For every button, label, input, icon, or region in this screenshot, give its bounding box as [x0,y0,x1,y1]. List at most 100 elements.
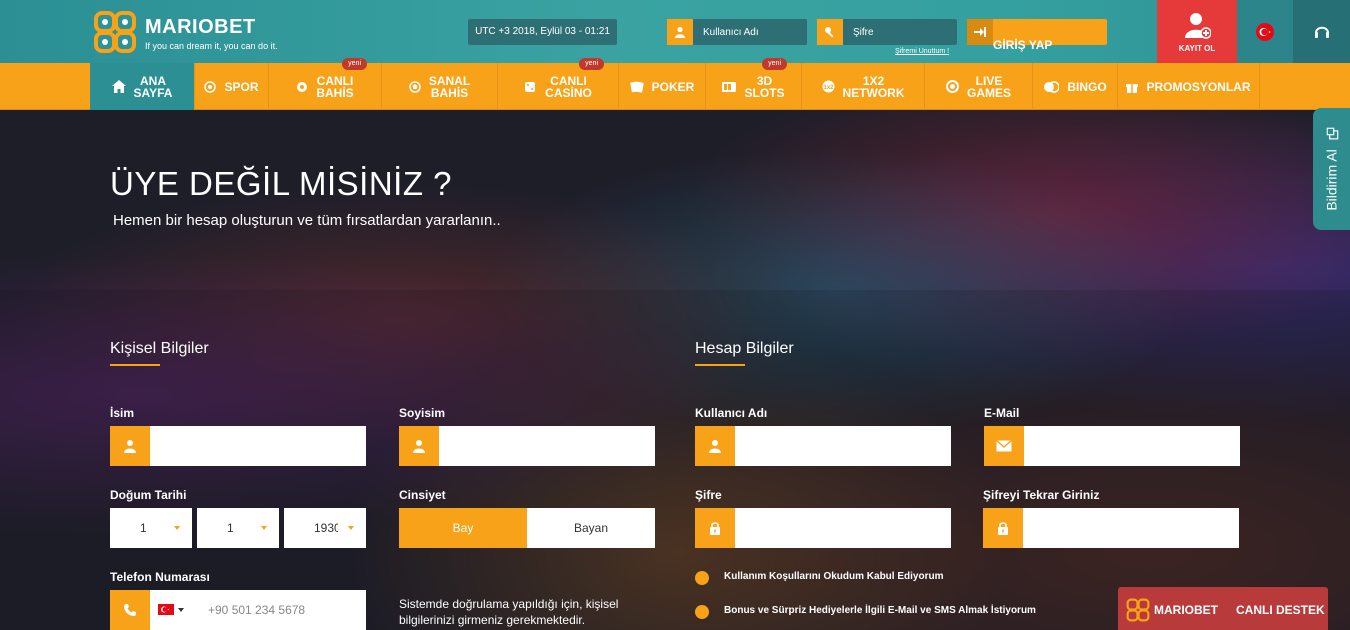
brand-slogan: If you can dream it, you can do it. [145,41,278,51]
bingo-icon [1043,80,1060,93]
name-input[interactable] [150,426,366,466]
phone-input[interactable] [200,590,360,630]
country-code-selector[interactable] [158,604,184,615]
login-button[interactable]: GİRİŞ YAP [967,19,1107,52]
svg-text:1x2: 1x2 [823,85,834,91]
nav-bingo-label: BINGO [1067,79,1107,94]
nav-virtual-betting-label-2: BAHİS [430,85,469,100]
main-nav: ANA SAYFA SPOR yeni CANLI BAHİS SANAL BAHİS… [0,58,1350,110]
logo-icon [94,11,136,53]
bonus-label[interactable]: Bonus ve Sürpriz Hediyelerle İlgili E-Ma… [724,605,1036,616]
server-clock: UTC +3 2018, Eylül 03 - 01:21 [468,19,617,45]
birth-day-select[interactable]: 1 [110,508,192,548]
network-icon: 1x2 [822,80,835,93]
surname-label: Soyisim [399,406,446,420]
login-password-field[interactable] [817,19,957,45]
terms-checkbox[interactable] [695,571,709,585]
login-button-label: GİRİŞ YAP [993,38,1053,52]
password-repeat-input[interactable] [1023,508,1239,548]
surname-field[interactable] [399,426,655,466]
login-password-input[interactable] [843,19,957,45]
name-label: İsim [110,406,135,420]
password-repeat-field[interactable] [983,508,1239,548]
chip-icon [945,80,959,93]
birth-year-value: 1930 [314,521,338,535]
gender-female-option[interactable]: Bayan [527,508,655,548]
dice-icon [524,81,537,93]
nav-promotions[interactable]: PROMOSYONLAR [1118,63,1260,110]
bonus-checkbox[interactable] [695,605,709,619]
user-icon [399,426,439,466]
account-username-label: Kullanıcı Adı [695,406,768,420]
gift-icon [1126,81,1139,93]
register-button-label: KAYIT OL [1178,44,1216,53]
name-field[interactable] [110,426,366,466]
login-username-input[interactable] [693,19,807,45]
chevron-down-icon [178,607,184,612]
nav-sports-label: SPOR [224,79,259,94]
nav-virtual-betting[interactable]: SANAL BAHİS [382,63,498,110]
logo[interactable]: MARIOBET If you can dream it, you can do… [93,8,293,56]
new-badge: yeni [762,58,787,70]
live-support-button[interactable]: MARIOBET CANLI DESTEK [1118,587,1328,630]
nav-live-casino-label-2: CASİNO [545,85,592,100]
account-username-field[interactable] [695,426,951,466]
birth-year-select[interactable]: 1930 [284,508,366,548]
password-input[interactable] [735,508,951,548]
verification-note: Sistemde doğrulama yapıldığı için, kişis… [399,597,619,627]
logo-icon [1126,598,1150,622]
nav-poker-label: POKER [651,79,695,94]
gender-label: Cinsiyet [399,488,446,502]
terms-label[interactable]: Kullanım Koşullarını Okudum Kabul Ediyor… [724,571,943,582]
nav-bingo[interactable]: BINGO [1033,63,1118,110]
nav-home[interactable]: ANA SAYFA [90,63,195,110]
nav-poker[interactable]: POKER [619,63,706,110]
account-username-input[interactable] [735,426,951,466]
nav-3d-slots[interactable]: yeni 3D SLOTS [706,58,802,110]
live-support-brand: MARIOBET [1154,603,1218,617]
support-button[interactable] [1293,0,1350,63]
password-repeat-label: Şifreyi Tekrar Giriniz [983,488,1100,502]
live-support-label: CANLI DESTEK [1236,603,1325,617]
gender-male-option[interactable]: Bay [399,508,527,548]
notification-label: Bildirim Al [1323,149,1340,211]
new-badge: yeni [579,58,604,70]
language-selector[interactable] [1237,0,1293,63]
target-icon [204,80,217,93]
cards-icon [629,81,644,93]
notification-tab-label: Bildirim Al [1323,127,1340,211]
nav-live-casino[interactable]: yeni CANLI CASİNO [498,58,619,110]
page-subtitle: Hemen bir hesap oluşturun ve tüm fırsatl… [113,212,501,229]
nav-1x2-network[interactable]: 1x2 1X2 NETWORK [802,63,925,110]
nav-live-betting[interactable]: yeni CANLI BAHİS [269,58,382,110]
page-title: ÜYE DEĞİL MİSİNİZ ? [110,165,453,202]
birth-month-value: 1 [227,521,234,535]
user-icon [110,426,150,466]
phone-field[interactable] [110,590,366,630]
email-field[interactable] [984,426,1240,466]
home-icon [111,80,126,93]
nav-sports[interactable]: SPOR [195,63,269,110]
chevron-down-icon [174,526,180,530]
login-username-field[interactable] [667,19,807,45]
nav-live-games[interactable]: LIVE GAMES [925,63,1033,110]
envelope-icon [984,426,1024,466]
password-label: Şifre [695,488,722,502]
nav-live-betting-label-2: BAHİS [316,85,354,100]
key-icon [817,19,843,45]
nav-1x2-label-2: NETWORK [842,85,905,100]
birth-date-label: Doğum Tarihi [110,488,187,502]
top-header: MARIOBET If you can dream it, you can do… [0,0,1350,63]
forgot-password-link[interactable]: Şifremi Unuttum ! [895,48,949,55]
email-label: E-Mail [984,406,1020,420]
notification-tab[interactable]: Bildirim Al [1313,108,1350,230]
lock-icon [695,508,735,548]
email-input[interactable] [1024,426,1240,466]
surname-input[interactable] [439,426,655,466]
birth-day-value: 1 [140,521,147,535]
password-field[interactable] [695,508,951,548]
register-button[interactable]: KAYIT OL [1157,0,1237,63]
birth-month-select[interactable]: 1 [197,508,279,548]
chevron-down-icon [261,526,267,530]
brand-name: MARIOBET [145,16,256,38]
